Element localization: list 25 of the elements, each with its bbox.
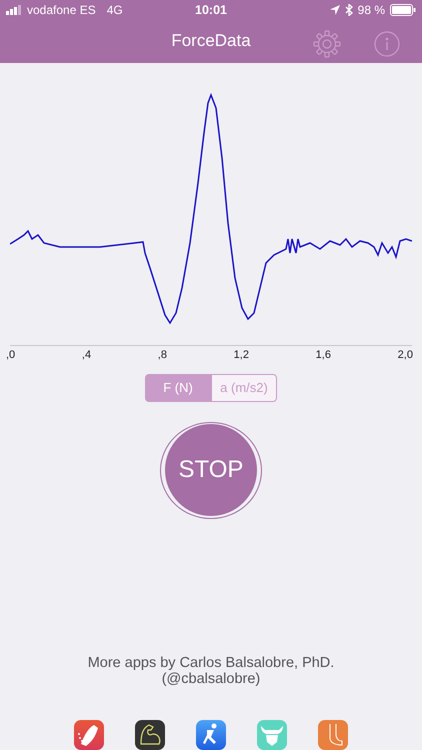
- signal-icon: [6, 5, 22, 15]
- axis-label: ,8: [158, 348, 167, 363]
- bluetooth-icon: [344, 4, 353, 16]
- axis-label: 2,0: [398, 348, 413, 363]
- battery-percent: 98 %: [358, 3, 385, 17]
- twitter-handle: (@cbalsalobre): [160, 671, 262, 688]
- viking-helmet-icon[interactable]: [257, 720, 287, 750]
- axis-label: 1,2: [234, 348, 249, 363]
- segment-tab[interactable]: F (N): [145, 374, 211, 402]
- segment-tab[interactable]: a (m/s2): [211, 374, 277, 402]
- runner-icon[interactable]: [196, 720, 226, 750]
- stop-button[interactable]: STOP: [165, 424, 257, 516]
- credits-text: More apps by Carlos Balsalobre, PhD.: [86, 655, 336, 672]
- flexed-arm-icon[interactable]: [135, 720, 165, 750]
- axis-label: ,4: [82, 348, 92, 363]
- battery-icon: [390, 4, 416, 16]
- app-title: ForceData: [171, 31, 251, 52]
- settings-icon[interactable]: [313, 30, 341, 58]
- network-type: 4G: [106, 3, 123, 17]
- axis-label: ,0: [6, 348, 16, 363]
- status-time: 10:01: [194, 3, 228, 17]
- carrier-name: vodafone ES: [27, 3, 96, 17]
- info-icon[interactable]: [374, 31, 400, 57]
- location-icon: [330, 5, 340, 15]
- axis-label: 1,6: [316, 348, 331, 363]
